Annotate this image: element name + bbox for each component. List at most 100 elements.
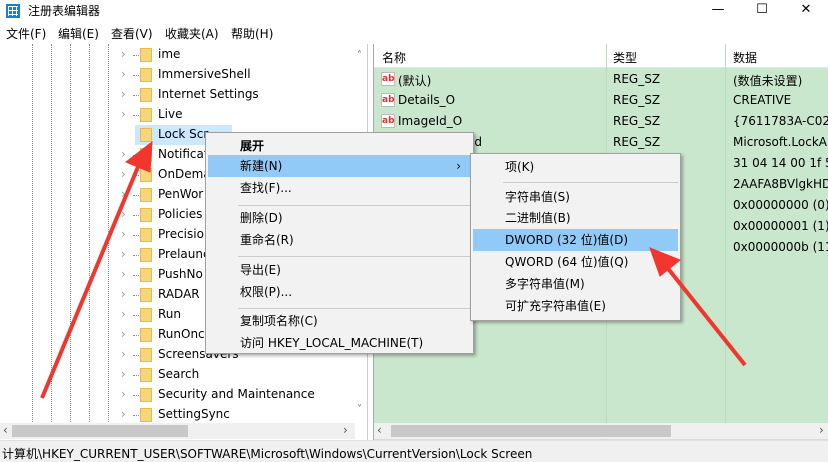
tree-item[interactable]: › ImmersiveShell bbox=[0, 65, 355, 85]
tree-item-label: SettingSync bbox=[158, 407, 230, 421]
tree-connector bbox=[133, 175, 139, 176]
context-menu: 展开 新建(N) › 查找(F)... 删除(D) 重命名(R) 导出(E) 权限… bbox=[205, 132, 474, 354]
value-name: (默认) bbox=[398, 74, 432, 88]
menu-item-delete[interactable]: 删除(D) bbox=[208, 207, 471, 229]
column-name[interactable]: 名称 bbox=[382, 49, 406, 66]
menu-item-rename[interactable]: 重命名(R) bbox=[208, 229, 471, 251]
submenu-item-dword[interactable]: DWORD (32 位)值(D) bbox=[473, 229, 678, 251]
value-type: REG_SZ bbox=[613, 72, 661, 86]
tree-connector bbox=[133, 95, 139, 96]
column-type[interactable]: 类型 bbox=[613, 49, 637, 66]
submenu-item-binary[interactable]: 二进制值(B) bbox=[473, 207, 678, 229]
value-name: ImageId_O bbox=[398, 114, 463, 128]
tree-item-label: Run bbox=[158, 307, 182, 321]
chevron-right-icon: › bbox=[456, 159, 461, 173]
menu-item-find[interactable]: 查找(F)... bbox=[208, 177, 471, 199]
menu-item-new[interactable]: 新建(N) › bbox=[208, 155, 471, 177]
tree-item[interactable]: › Internet Settings bbox=[0, 85, 355, 105]
submenu-item-expandable-string[interactable]: 可扩充字符串值(E) bbox=[473, 295, 678, 317]
submenu-item-multi-string[interactable]: 多字符串值(M) bbox=[473, 273, 678, 295]
chevron-right-icon[interactable]: › bbox=[121, 247, 126, 261]
chevron-right-icon[interactable]: › bbox=[121, 147, 126, 161]
folder-icon bbox=[140, 368, 152, 382]
tree-item[interactable]: › ime bbox=[0, 45, 355, 65]
tree-horizontal-scrollbar[interactable]: ‹ › bbox=[0, 423, 355, 439]
column-data[interactable]: 数据 bbox=[733, 49, 757, 66]
maximize-button[interactable]: ☐ bbox=[740, 0, 784, 22]
menu-item-permissions[interactable]: 权限(P)... bbox=[208, 281, 471, 303]
menu-file[interactable]: 文件(F) bbox=[6, 25, 46, 42]
menu-edit[interactable]: 编辑(E) bbox=[58, 25, 99, 42]
folder-icon bbox=[140, 348, 152, 362]
menu-item-visit-hklm[interactable]: 访问 HKEY_LOCAL_MACHINE(T) bbox=[208, 332, 471, 354]
menu-help[interactable]: 帮助(H) bbox=[231, 25, 273, 42]
chevron-right-icon[interactable]: › bbox=[121, 47, 126, 61]
minimize-button[interactable]: — bbox=[696, 0, 740, 22]
folder-icon bbox=[140, 188, 152, 202]
tree-connector bbox=[133, 335, 139, 336]
chevron-right-icon[interactable]: › bbox=[121, 187, 126, 201]
chevron-right-icon[interactable]: › bbox=[121, 367, 126, 381]
tree-connector bbox=[133, 55, 139, 56]
submenu-item-string[interactable]: 字符串值(S) bbox=[473, 186, 678, 208]
string-value-icon: ab bbox=[381, 72, 395, 86]
chevron-right-icon[interactable]: › bbox=[121, 327, 126, 341]
tree-connector bbox=[133, 375, 139, 376]
value-data: CREATIVE bbox=[733, 93, 792, 107]
tree-item-label: Live bbox=[158, 107, 183, 121]
value-data: 0x00000000 (0) bbox=[733, 198, 828, 212]
menu-favorites[interactable]: 收藏夹(A) bbox=[165, 25, 219, 42]
folder-icon bbox=[140, 128, 152, 142]
value-type: REG_SZ bbox=[613, 135, 661, 149]
title-bar: 注册表编辑器 — ☐ ✕ bbox=[0, 0, 828, 22]
tree-item[interactable]: › Live bbox=[0, 105, 355, 125]
folder-icon bbox=[140, 148, 152, 162]
list-row[interactable]: ab ImageId_O REG_SZ {7611783A-C028 bbox=[374, 111, 828, 132]
menu-item-copy-key-name[interactable]: 复制项名称(C) bbox=[208, 310, 471, 332]
tree-item-label: Policies bbox=[158, 207, 203, 221]
value-data: (数值未设置) bbox=[733, 74, 803, 88]
chevron-right-icon[interactable]: › bbox=[121, 407, 126, 421]
tree-connector bbox=[133, 395, 139, 396]
tree-item-label: PushNo bbox=[158, 267, 203, 281]
tree-connector bbox=[133, 275, 139, 276]
chevron-right-icon[interactable]: › bbox=[121, 387, 126, 401]
tree-item[interactable]: › Security and Maintenance bbox=[0, 385, 355, 405]
chevron-right-icon[interactable]: › bbox=[121, 227, 126, 241]
list-horizontal-scrollbar[interactable]: ‹ › bbox=[374, 423, 828, 439]
tree-item-label: PenWor bbox=[158, 187, 204, 201]
chevron-right-icon[interactable]: › bbox=[121, 267, 126, 281]
chevron-right-icon[interactable]: › bbox=[121, 287, 126, 301]
folder-icon bbox=[140, 168, 152, 182]
list-header: 名称 类型 数据 bbox=[374, 44, 828, 68]
chevron-right-icon[interactable]: › bbox=[121, 207, 126, 221]
list-row[interactable]: ab (默认) REG_SZ (数值未设置) bbox=[374, 69, 828, 90]
chevron-right-icon[interactable]: › bbox=[121, 347, 126, 361]
tree-item[interactable]: › SettingSync bbox=[0, 405, 355, 425]
menu-item-expand[interactable]: 展开 bbox=[208, 135, 471, 157]
chevron-right-icon[interactable]: › bbox=[121, 167, 126, 181]
tree-item-label: Prelaunc bbox=[158, 247, 210, 261]
tree-item-label: Internet Settings bbox=[158, 87, 259, 101]
tree-connector bbox=[133, 415, 139, 416]
folder-icon bbox=[140, 228, 152, 242]
menu-view[interactable]: 查看(V) bbox=[111, 25, 153, 42]
submenu-item-key[interactable]: 项(K) bbox=[473, 156, 678, 178]
list-row[interactable]: ab Details_O REG_SZ CREATIVE bbox=[374, 90, 828, 111]
chevron-right-icon[interactable]: › bbox=[121, 107, 126, 121]
tree-item-label: Lock Scr bbox=[158, 127, 209, 141]
chevron-right-icon[interactable]: › bbox=[121, 307, 126, 321]
submenu-item-qword[interactable]: QWORD (64 位)值(Q) bbox=[473, 251, 678, 273]
chevron-right-icon[interactable]: › bbox=[121, 87, 126, 101]
tree-connector bbox=[133, 215, 139, 216]
menu-item-export[interactable]: 导出(E) bbox=[208, 259, 471, 281]
folder-icon bbox=[140, 68, 152, 82]
tree-connector bbox=[133, 315, 139, 316]
tree-item[interactable]: › Search bbox=[0, 365, 355, 385]
chevron-right-icon[interactable]: › bbox=[121, 67, 126, 81]
tree-connector bbox=[133, 75, 139, 76]
tree-connector bbox=[133, 355, 139, 356]
close-button[interactable]: ✕ bbox=[784, 0, 828, 22]
value-data: 2AAFA8BVlgkHD bbox=[733, 177, 828, 191]
folder-icon bbox=[140, 328, 152, 342]
